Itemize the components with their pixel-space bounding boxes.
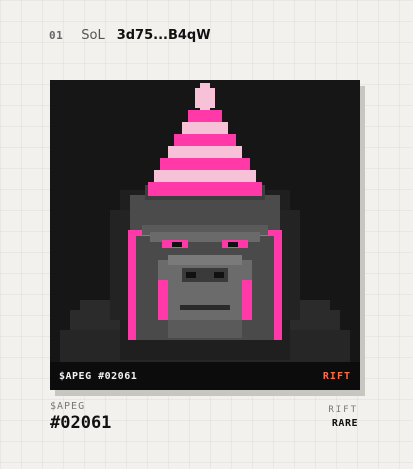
token-number: #02061	[50, 413, 112, 433]
chain-label: SoL	[81, 28, 105, 43]
item-index: 01	[49, 29, 64, 42]
card-caption: $APEG #02061 RIFT	[50, 362, 360, 390]
gorilla-party-hat-image	[50, 80, 360, 390]
trait-info: RIFT RARE	[328, 405, 358, 429]
trait-label: RIFT	[328, 405, 358, 415]
token-caption: $APEG #02061	[59, 370, 138, 382]
token-symbol: $APEG	[50, 401, 86, 412]
nft-card[interactable]: $APEG #02061 RIFT	[50, 80, 360, 390]
token-info: $APEG #02061	[50, 401, 111, 433]
rift-badge: RIFT	[322, 370, 351, 382]
wallet-address[interactable]: 3d75...B4qW	[117, 28, 211, 43]
header: 01 SoL 3d75...B4qW	[49, 28, 211, 46]
rarity-value: RARE	[331, 418, 358, 429]
